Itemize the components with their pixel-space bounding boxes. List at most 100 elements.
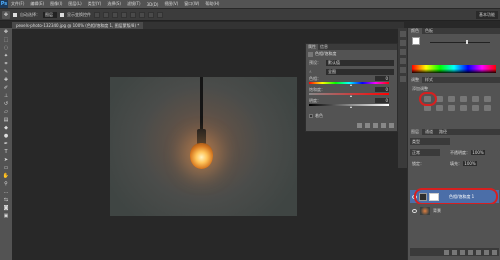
menu-layer[interactable]: 图层(L) (65, 1, 84, 7)
move-icon[interactable]: ✥ (2, 29, 10, 36)
menu-edit[interactable]: 编辑(E) (27, 1, 47, 7)
clone-stamp-icon[interactable]: ⊥ (2, 93, 10, 100)
menu-filter[interactable]: 滤镜(T) (124, 1, 144, 7)
more-tools-icon[interactable]: … (2, 189, 10, 196)
fill-value[interactable]: 100% (463, 161, 477, 166)
character-panel-icon[interactable] (399, 67, 406, 73)
align-left-button[interactable] (121, 11, 127, 18)
screen-mode-icon[interactable]: ▣ (2, 213, 10, 220)
preset-dropdown[interactable]: 默认值 (326, 59, 394, 66)
distribute-button[interactable] (148, 11, 154, 18)
show-transform-checkbox[interactable] (60, 12, 64, 17)
pen-icon[interactable]: ✒ (2, 141, 10, 148)
hue-value-field[interactable]: 0 (375, 76, 389, 81)
healing-brush-icon[interactable]: ✚ (2, 77, 10, 84)
marquee-icon[interactable]: ⬚ (2, 37, 10, 44)
lasso-icon[interactable]: ◌ (2, 45, 10, 52)
tab-properties[interactable]: 属性 (306, 44, 318, 50)
info-panel-icon[interactable] (399, 49, 406, 55)
vibrance-icon[interactable] (472, 96, 479, 102)
hue-saturation-adjust-icon[interactable] (484, 96, 491, 102)
delete-layer-icon[interactable] (492, 249, 497, 255)
view-previous-icon[interactable] (365, 123, 370, 128)
add-mask-icon[interactable] (460, 249, 465, 255)
dodge-icon[interactable]: ● (2, 133, 10, 140)
crop-icon[interactable]: ⌗ (2, 61, 10, 68)
zoom-icon[interactable]: ⚲ (2, 181, 10, 188)
tab-adjustments[interactable]: 调整 (408, 77, 422, 83)
channel-picker-icon[interactable]: ☝ (309, 69, 323, 74)
color-spectrum[interactable] (412, 65, 496, 73)
gradient-icon[interactable]: ▤ (2, 117, 10, 124)
invert-icon[interactable] (484, 105, 491, 111)
move-tool-icon[interactable]: ✥ (2, 10, 10, 19)
eyedropper-icon[interactable]: ✎ (2, 69, 10, 76)
link-layers-icon[interactable] (444, 249, 449, 255)
magic-wand-icon[interactable]: ✦ (2, 53, 10, 60)
align-bottom-button[interactable] (112, 11, 118, 18)
tab-info[interactable]: 信息 (318, 44, 330, 50)
menu-view[interactable]: 视图(V) (161, 1, 181, 7)
brush-icon[interactable]: ✐ (2, 85, 10, 92)
path-selection-icon[interactable]: ➤ (2, 157, 10, 164)
black-white-icon[interactable] (436, 105, 443, 111)
curves-icon[interactable] (448, 96, 455, 102)
paragraph-panel-icon[interactable] (399, 76, 406, 82)
levels-icon[interactable] (436, 96, 443, 102)
align-middle-button[interactable] (103, 11, 109, 18)
properties-panel-icon[interactable] (399, 40, 406, 46)
align-center-button[interactable] (130, 11, 136, 18)
menu-image[interactable]: 图像(I) (47, 1, 65, 7)
tab-paths[interactable]: 路径 (436, 129, 450, 135)
opacity-value[interactable]: 100% (471, 150, 485, 155)
menu-3d[interactable]: 3D(D) (144, 2, 162, 7)
quick-mask-icon[interactable]: ◙ (2, 205, 10, 212)
align-right-button[interactable] (139, 11, 145, 18)
delete-icon[interactable] (389, 123, 394, 128)
auto-select-dropdown[interactable]: 图层 (43, 11, 57, 18)
visibility-icon[interactable] (381, 123, 386, 128)
colorize-checkbox[interactable] (309, 114, 313, 118)
tab-swatches[interactable]: 色板 (422, 28, 436, 34)
lightness-slider-track[interactable] (309, 104, 389, 106)
clip-to-layer-icon[interactable] (357, 123, 362, 128)
exposure-icon[interactable] (460, 96, 467, 102)
menu-window[interactable]: 窗口(W) (181, 1, 202, 7)
color-slider[interactable] (430, 40, 490, 44)
hand-icon[interactable]: ✋ (2, 173, 10, 180)
blur-icon[interactable]: ◆ (2, 125, 10, 132)
color-lookup-icon[interactable] (472, 105, 479, 111)
align-top-button[interactable] (94, 11, 100, 18)
history-panel-icon[interactable] (399, 31, 406, 37)
tab-styles[interactable]: 样式 (422, 77, 436, 83)
eraser-icon[interactable]: ▱ (2, 109, 10, 116)
tab-layers[interactable]: 图层 (408, 129, 422, 135)
layer-row-background[interactable]: 背景 (410, 204, 499, 217)
saturation-value-field[interactable]: 0 (375, 87, 389, 92)
layer-kind-filter[interactable]: 类型 (410, 138, 450, 145)
lightness-value-field[interactable]: 0 (375, 98, 389, 103)
menu-help[interactable]: 帮助(H) (202, 1, 222, 7)
reset-icon[interactable] (373, 123, 378, 128)
3d-mode-button[interactable] (157, 11, 163, 18)
new-layer-icon[interactable] (484, 249, 489, 255)
rectangle-icon[interactable]: ▭ (2, 165, 10, 172)
canvas-image[interactable] (110, 77, 297, 216)
photo-filter-icon[interactable] (448, 105, 455, 111)
tab-channels[interactable]: 通道 (422, 129, 436, 135)
channel-dropdown[interactable]: 全图 (326, 68, 394, 75)
hue-slider-handle[interactable] (350, 84, 352, 86)
saturation-slider-track[interactable] (309, 93, 389, 95)
tab-color[interactable]: 颜色 (408, 28, 422, 34)
hue-slider-track[interactable] (309, 82, 389, 84)
saturation-slider-handle[interactable] (350, 95, 352, 97)
new-group-icon[interactable] (476, 249, 481, 255)
lightness-slider-handle[interactable] (350, 106, 352, 108)
layer-style-icon[interactable] (452, 249, 457, 255)
color-swap-icon[interactable]: ⇆ (2, 197, 10, 204)
document-tab[interactable]: pexels-photo-132340.jpg @ 100% (色相/饱和度 1… (12, 22, 144, 29)
history-brush-icon[interactable]: ↺ (2, 101, 10, 108)
auto-select-checkbox[interactable] (13, 12, 17, 17)
channel-mixer-icon[interactable] (460, 105, 467, 111)
blend-mode-dropdown[interactable]: 正常 (410, 149, 440, 156)
